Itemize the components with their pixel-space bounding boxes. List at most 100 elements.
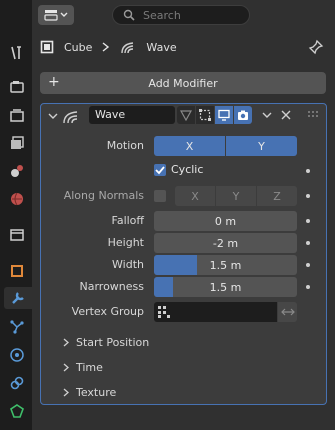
texture-subpanel[interactable]: Texture xyxy=(63,382,116,402)
checkmark-icon xyxy=(155,166,165,175)
object-icon xyxy=(11,265,23,277)
properties-editor-icon xyxy=(44,10,58,21)
view-layer-tab[interactable] xyxy=(6,132,28,154)
height-label: Height xyxy=(107,236,144,249)
wave-modifier-icon xyxy=(63,111,78,124)
width-slider-fill xyxy=(154,255,197,275)
scene-tab[interactable] xyxy=(6,160,28,182)
tool-icon xyxy=(11,46,21,60)
view-layer-icon xyxy=(11,136,24,149)
time-subpanel[interactable]: Time xyxy=(63,357,103,377)
add-modifier-button[interactable]: + Add Modifier xyxy=(40,72,326,94)
invert-arrows-icon xyxy=(280,308,295,316)
collapse-chevron-icon[interactable] xyxy=(48,113,58,121)
output-tab[interactable] xyxy=(6,104,28,126)
along-normals-label: Along Normals xyxy=(63,189,144,202)
vertex-group-label: Vertex Group xyxy=(71,305,144,318)
add-modifier-label: Add Modifier xyxy=(148,76,218,90)
physics-icon xyxy=(10,348,24,362)
narrowness-slider[interactable]: 1.5 m xyxy=(154,277,297,297)
wave-modifier-panel: Wave Motion X Y Cyclic Along Normals X Y… xyxy=(40,103,327,405)
search-field[interactable]: Search xyxy=(112,5,250,25)
along-normals-checkbox[interactable] xyxy=(154,190,166,202)
width-slider[interactable]: 1.5 m xyxy=(154,255,297,275)
chevron-right-icon xyxy=(63,338,69,346)
keyframe-dot[interactable] xyxy=(306,241,310,245)
start-position-subpanel[interactable]: Start Position xyxy=(63,332,149,352)
motion-x-toggle[interactable]: X xyxy=(154,136,225,156)
invert-vertex-group-button[interactable] xyxy=(278,302,297,322)
pin-button[interactable] xyxy=(308,39,324,58)
realtime-toggle[interactable] xyxy=(215,106,233,124)
narrowness-slider-fill xyxy=(154,277,173,297)
motion-y-toggle[interactable]: Y xyxy=(226,136,297,156)
properties-tab-strip xyxy=(0,0,32,430)
wave-modifier-icon xyxy=(121,42,134,54)
camera-icon xyxy=(238,110,248,120)
editor-type-button[interactable] xyxy=(38,5,74,25)
world-tab[interactable] xyxy=(6,188,28,210)
breadcrumb-object: Cube xyxy=(64,40,93,54)
breadcrumb-modifier: Wave xyxy=(146,40,177,54)
particles-icon xyxy=(10,320,24,334)
header-bar: Search xyxy=(32,0,335,30)
object-data-icon xyxy=(40,40,54,54)
along-normals-z[interactable]: Z xyxy=(257,186,297,206)
chevron-right-icon xyxy=(102,42,110,52)
height-field[interactable]: -2 m xyxy=(154,233,297,253)
vertex-group-field[interactable] xyxy=(154,302,277,322)
modifier-name: Wave xyxy=(95,108,126,121)
falloff-label: Falloff xyxy=(111,214,144,227)
edit-mode-toggle[interactable] xyxy=(196,106,214,124)
along-normals-y[interactable]: Y xyxy=(216,186,256,206)
particles-tab[interactable] xyxy=(6,316,28,338)
keyframe-dot[interactable] xyxy=(306,285,310,289)
keyframe-dot[interactable] xyxy=(306,263,310,267)
subpanel-label: Time xyxy=(76,360,103,374)
render-icon xyxy=(10,81,24,93)
data-tab[interactable] xyxy=(6,400,28,422)
subpanel-label: Texture xyxy=(76,385,117,399)
pin-icon xyxy=(308,39,324,55)
drag-handle-icon[interactable] xyxy=(307,110,319,120)
along-normals-x[interactable]: X xyxy=(175,186,215,206)
plus-icon: + xyxy=(48,74,60,90)
dropdown-chevron-icon[interactable] xyxy=(262,112,272,119)
breadcrumb: Cube Wave xyxy=(40,36,177,58)
tool-tab[interactable] xyxy=(6,42,28,64)
search-icon xyxy=(123,9,135,21)
chevron-right-icon xyxy=(63,388,69,396)
keyframe-dot[interactable] xyxy=(306,219,310,223)
modifier-tab[interactable] xyxy=(4,287,32,309)
scene-icon xyxy=(11,165,23,177)
cyclic-label: Cyclic xyxy=(171,163,204,176)
narrowness-label: Narrowness xyxy=(79,280,144,293)
render-tab[interactable] xyxy=(6,76,28,98)
edit-mode-icon xyxy=(199,109,211,121)
data-icon xyxy=(10,404,24,418)
keyframe-dot[interactable] xyxy=(306,169,310,173)
on-cage-toggle[interactable] xyxy=(177,106,195,124)
object-tab[interactable] xyxy=(6,260,28,282)
narrowness-value: 1.5 m xyxy=(209,280,242,294)
render-toggle[interactable] xyxy=(234,106,252,124)
world-icon xyxy=(11,192,23,206)
close-icon[interactable] xyxy=(281,110,291,120)
subpanel-label: Start Position xyxy=(76,335,150,349)
width-label: Width xyxy=(112,258,144,271)
modifier-icon xyxy=(12,292,24,304)
constraints-tab[interactable] xyxy=(6,372,28,394)
chevron-right-icon xyxy=(63,363,69,371)
output-icon xyxy=(10,109,24,122)
collection-tab[interactable] xyxy=(6,224,28,246)
keyframe-dot[interactable] xyxy=(306,194,310,198)
cyclic-checkbox[interactable] xyxy=(154,164,166,176)
modifier-name-field[interactable]: Wave xyxy=(89,106,175,124)
width-value: 1.5 m xyxy=(209,258,242,272)
chevron-down-icon xyxy=(60,12,68,17)
constraints-icon xyxy=(10,376,24,390)
physics-tab[interactable] xyxy=(6,344,28,366)
motion-label: Motion xyxy=(106,139,144,152)
collection-icon xyxy=(10,229,24,241)
falloff-field[interactable]: 0 m xyxy=(154,211,297,231)
